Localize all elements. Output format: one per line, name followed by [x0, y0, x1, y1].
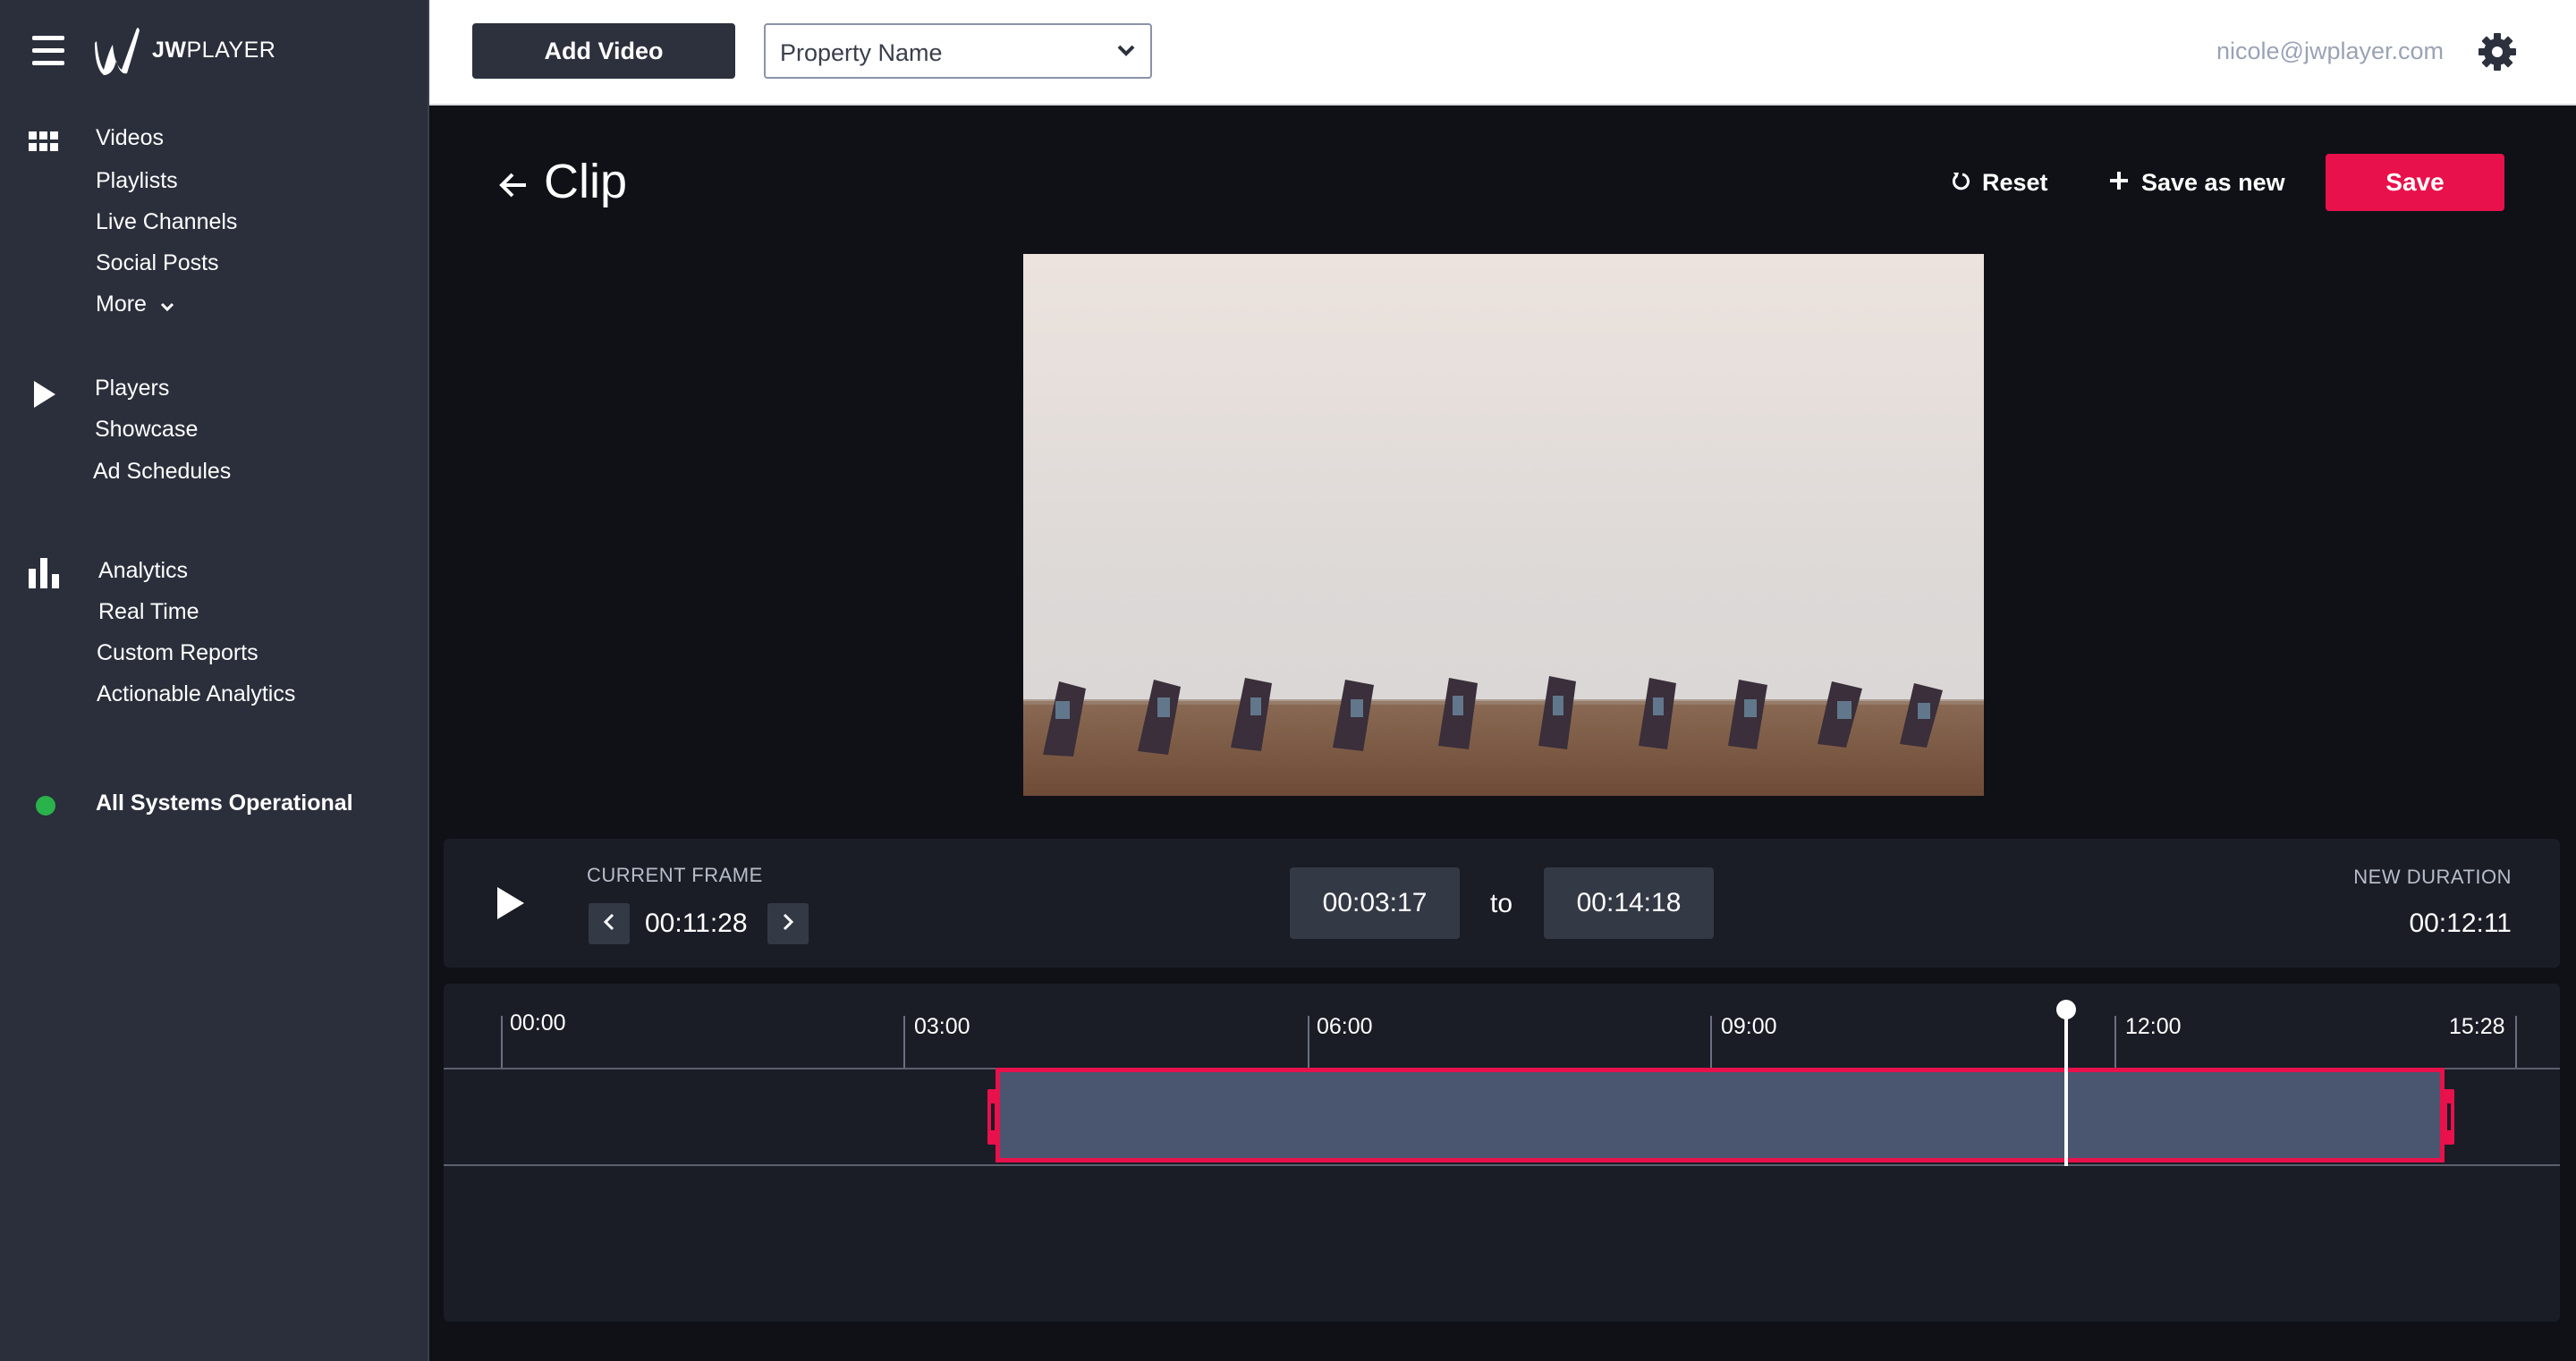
- sidebar-item-social-posts[interactable]: Social Posts: [96, 250, 219, 276]
- timeline-tick-label: 09:00: [1721, 1014, 1777, 1039]
- jwplayer-logo[interactable]: JWPLAYER: [93, 23, 275, 77]
- video-preview[interactable]: [1023, 254, 1984, 796]
- sidebar-item-more[interactable]: More: [96, 292, 174, 318]
- chevron-down-icon: [1116, 43, 1136, 62]
- timeline[interactable]: 00:00 03:00 06:00 09:00 12:00 15:28: [444, 984, 2560, 1322]
- user-email[interactable]: nicole@jwplayer.com: [2216, 38, 2444, 65]
- sidebar-item-videos[interactable]: Videos: [96, 125, 164, 151]
- playback-controls: CURRENT FRAME 00:11:28 00:03:17 to 00:14…: [444, 839, 2560, 968]
- sidebar-item-playlists[interactable]: Playlists: [96, 168, 178, 194]
- sidebar-item-real-time[interactable]: Real Time: [98, 599, 199, 625]
- timeline-tick-label: 15:28: [2449, 1014, 2505, 1039]
- current-frame-value: 00:11:28: [645, 909, 748, 938]
- current-frame-label: CURRENT FRAME: [587, 864, 763, 886]
- save-as-new-label: Save as new: [2141, 168, 2285, 196]
- play-icon: [32, 379, 57, 414]
- timeline-tick: [903, 1016, 905, 1068]
- page-title: Clip: [544, 155, 628, 208]
- property-select-value: Property Name: [780, 39, 943, 66]
- sidebar-item-more-label: More: [96, 292, 147, 317]
- timeline-tick: [1308, 1016, 1309, 1068]
- sidebar-item-custom-reports[interactable]: Custom Reports: [97, 640, 258, 666]
- chevron-right-icon: [782, 913, 794, 935]
- playhead[interactable]: [2064, 1014, 2068, 1166]
- grid-icon: [29, 131, 59, 157]
- clip-end-handle[interactable]: [2444, 1089, 2454, 1145]
- new-duration-value: 00:12:11: [2409, 909, 2512, 938]
- save-button[interactable]: Save: [2326, 154, 2504, 211]
- chevron-down-icon: [160, 292, 174, 318]
- bar-chart-icon: [29, 556, 61, 593]
- sidebar-item-showcase[interactable]: Showcase: [95, 417, 198, 443]
- gear-icon[interactable]: [2478, 32, 2517, 76]
- reset-label: Reset: [1982, 168, 2048, 196]
- sidebar-item-analytics[interactable]: Analytics: [98, 558, 188, 584]
- timeline-tick: [2114, 1016, 2116, 1068]
- sidebar-item-ad-schedules[interactable]: Ad Schedules: [93, 459, 231, 485]
- timeline-tick-label: 00:00: [510, 1010, 566, 1036]
- to-label: to: [1490, 889, 1513, 918]
- system-status-text[interactable]: All Systems Operational: [96, 790, 353, 816]
- sidebar: JWPLAYER Videos Playlists Live Channels …: [0, 0, 429, 1361]
- hamburger-menu-icon[interactable]: [32, 36, 64, 66]
- sidebar-item-live-channels[interactable]: Live Channels: [96, 209, 237, 235]
- previous-frame-button[interactable]: [589, 903, 630, 944]
- timeline-track-line: [444, 1164, 2560, 1166]
- add-video-button[interactable]: Add Video: [472, 23, 735, 79]
- top-bar: Add Video Property Name nicole@jwplayer.…: [429, 0, 2576, 106]
- save-as-new-button[interactable]: Save as new: [2109, 165, 2285, 200]
- play-icon[interactable]: [496, 885, 526, 926]
- reset-button[interactable]: Reset: [1952, 165, 2048, 200]
- clip-end-time-field[interactable]: 00:14:18: [1544, 867, 1714, 939]
- timeline-tick-label: 12:00: [2125, 1014, 2182, 1039]
- clip-selection-region[interactable]: [996, 1068, 2445, 1162]
- sidebar-item-actionable-analytics[interactable]: Actionable Analytics: [97, 681, 295, 707]
- timeline-tick: [2515, 1016, 2517, 1068]
- chevron-left-icon: [603, 913, 615, 935]
- clip-start-handle[interactable]: [987, 1089, 998, 1145]
- next-frame-button[interactable]: [767, 903, 809, 944]
- timeline-tick: [501, 1016, 503, 1068]
- new-duration-label: NEW DURATION: [2353, 866, 2512, 888]
- timeline-tick-label: 06:00: [1317, 1014, 1373, 1039]
- back-arrow-icon[interactable]: [499, 172, 528, 203]
- plus-icon: [2109, 169, 2129, 197]
- sidebar-item-players[interactable]: Players: [95, 376, 169, 402]
- property-select[interactable]: Property Name: [764, 23, 1152, 79]
- playhead-handle[interactable]: [2056, 1000, 2076, 1019]
- status-indicator-icon: [36, 796, 55, 816]
- reset-icon: [1952, 169, 1970, 197]
- clip-start-time-field[interactable]: 00:03:17: [1290, 867, 1460, 939]
- timeline-tick: [1710, 1016, 1712, 1068]
- timeline-tick-label: 03:00: [914, 1014, 970, 1039]
- logo-wordmark: JWPLAYER: [152, 37, 276, 63]
- jwplayer-logo-mark-icon: [95, 28, 140, 75]
